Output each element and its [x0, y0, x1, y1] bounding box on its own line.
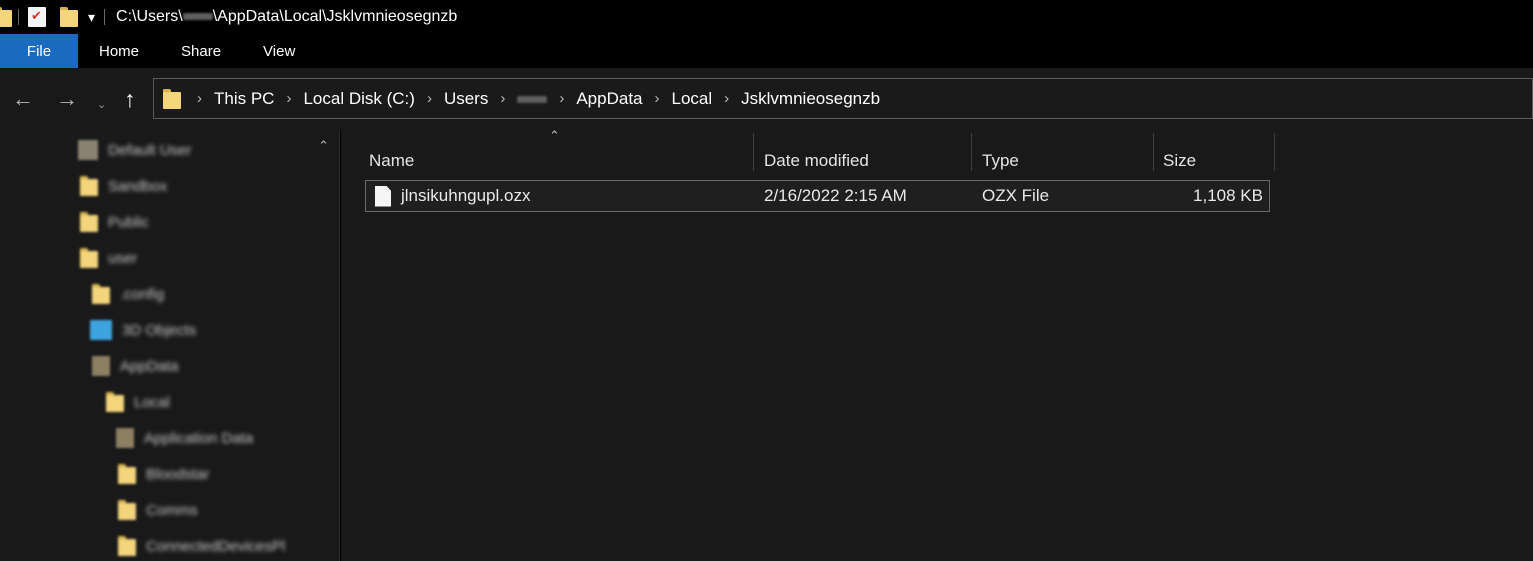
breadcrumb-separator: ›	[197, 90, 202, 107]
file-type: OZX File	[982, 186, 1050, 205]
nav-item-default-user[interactable]: Default User	[78, 136, 191, 164]
breadcrumb-separator[interactable]: ›	[423, 90, 436, 107]
folder-icon	[118, 500, 136, 520]
user-folder-icon	[78, 140, 98, 160]
breadcrumb-separator[interactable]: ›	[720, 90, 733, 107]
folder-icon	[80, 248, 98, 268]
tab-home[interactable]: Home	[78, 34, 160, 68]
folder-icon	[92, 284, 110, 304]
column-divider[interactable]	[971, 133, 972, 171]
new-folder-icon[interactable]	[60, 7, 78, 27]
column-divider[interactable]	[753, 133, 754, 171]
nav-item-bloodstar[interactable]: Bloodstar	[118, 460, 209, 488]
nav-item-application-data[interactable]: Application Data	[116, 424, 253, 452]
file-date: 2/16/2022 2:15 AM	[764, 186, 907, 205]
column-header-name[interactable]: Name	[369, 141, 753, 181]
file-list-pane: ⌃ Name Date modified Type Size jlnsikuhn…	[341, 128, 1533, 561]
nav-item-sandbox[interactable]: Sandbox	[80, 172, 167, 200]
shortcut-folder-icon	[116, 428, 134, 448]
nav-item-label: Bloodstar	[146, 465, 210, 483]
column-header-date[interactable]: Date modified	[764, 141, 970, 181]
nav-item-label: ConnectedDevicesPl	[146, 537, 286, 555]
nav-item-appdata[interactable]: AppData	[92, 352, 178, 380]
folder-icon	[92, 356, 110, 376]
folder-icon	[163, 88, 181, 109]
folder-icon	[80, 176, 98, 196]
title-path-suffix: \AppData\Local\Jsklvmnieosegnzb	[212, 8, 458, 25]
customize-dropdown-icon[interactable]: ▾	[88, 9, 95, 26]
toolbar-divider	[104, 9, 106, 25]
table-row[interactable]: jlnsikuhngupl.ozx 2/16/2022 2:15 AM OZX …	[365, 180, 1270, 212]
recent-locations-icon[interactable]: ⌄	[97, 94, 106, 116]
quick-access-toolbar: ▾	[0, 0, 114, 34]
folder-icon	[118, 536, 136, 556]
title-path-user	[182, 13, 213, 21]
nav-item-label: Default User	[108, 141, 192, 159]
nav-item-label: Sandbox	[108, 177, 168, 195]
breadcrumb-separator[interactable]: ›	[282, 90, 295, 107]
nav-item-label: AppData	[120, 357, 179, 375]
breadcrumb-this-pc[interactable]: This PC	[206, 89, 282, 109]
folder-icon	[80, 212, 98, 232]
file-name: jlnsikuhngupl.ozx	[401, 186, 531, 205]
breadcrumb-separator[interactable]: ›	[651, 90, 664, 107]
properties-check-icon[interactable]	[28, 7, 46, 27]
breadcrumb-separator[interactable]: ›	[555, 90, 568, 107]
folder-icon	[106, 392, 124, 412]
nav-item-config[interactable]: .config	[92, 280, 164, 308]
forward-arrow-icon[interactable]: →	[56, 88, 78, 110]
address-bar[interactable]: › This PC › Local Disk (C:) › Users › › …	[153, 78, 1533, 119]
breadcrumb-local-disk[interactable]: Local Disk (C:)	[295, 89, 422, 109]
breadcrumb-separator[interactable]: ›	[496, 90, 509, 107]
navigation-pane: ⌃ Default User Sandbox Public user .conf…	[0, 130, 340, 561]
ribbon-tabs: File Home Share View	[0, 34, 1533, 68]
breadcrumb-user[interactable]	[509, 89, 555, 109]
up-arrow-icon[interactable]: ↑	[124, 88, 136, 111]
breadcrumb-appdata[interactable]: AppData	[568, 89, 650, 109]
title-path-prefix: C:\Users\	[116, 8, 183, 25]
file-name-cell: jlnsikuhngupl.ozx	[375, 181, 755, 211]
back-arrow-icon[interactable]: ←	[12, 88, 34, 110]
nav-item-connected-devices[interactable]: ConnectedDevicesPl	[118, 532, 285, 560]
nav-item-local[interactable]: Local	[106, 388, 170, 416]
nav-item-label: Public	[108, 213, 149, 231]
nav-item-label: 3D Objects	[122, 321, 197, 339]
nav-item-label: Application Data	[144, 429, 254, 447]
nav-item-label: Local	[134, 393, 170, 411]
folder-icon	[118, 464, 136, 484]
tab-file[interactable]: File	[0, 34, 78, 68]
breadcrumb: › This PC › Local Disk (C:) › Users › › …	[193, 79, 888, 118]
toolbar-divider	[18, 9, 19, 25]
nav-item-label: Comms	[146, 501, 198, 519]
file-icon	[375, 185, 391, 207]
file-size: 1,108 KB	[1193, 186, 1263, 205]
nav-item-public[interactable]: Public	[80, 208, 149, 236]
nav-item-label: .config	[120, 285, 165, 303]
nav-item-label: user	[108, 249, 138, 267]
column-header-type[interactable]: Type	[982, 141, 1152, 181]
nav-item-comms[interactable]: Comms	[118, 496, 198, 524]
column-divider[interactable]	[1153, 133, 1154, 171]
breadcrumb-local[interactable]: Local	[664, 89, 721, 109]
breadcrumb-current-folder[interactable]: Jsklvmnieosegnzb	[733, 89, 888, 109]
title-bar: ▾ C:\Users\ \AppData\Local\Jsklvmnieosegn…	[0, 0, 1533, 34]
scroll-up-icon[interactable]: ⌃	[318, 138, 329, 154]
column-header-size[interactable]: Size	[1163, 141, 1273, 181]
nav-item-user[interactable]: user	[80, 244, 137, 272]
breadcrumb-users[interactable]: Users	[436, 89, 496, 109]
tab-share[interactable]: Share	[160, 34, 242, 68]
folder-icon	[0, 7, 12, 27]
3d-objects-icon	[90, 320, 112, 340]
tab-view[interactable]: View	[242, 34, 316, 68]
column-divider[interactable]	[1274, 133, 1275, 171]
window-title: C:\Users\ \AppData\Local\Jsklvmnieosegnzb	[116, 8, 457, 26]
blurred-username	[517, 95, 548, 103]
navigation-bar: ← → ⌄ ↑ › This PC › Local Disk (C:) › Us…	[0, 68, 1533, 130]
nav-item-3d-objects[interactable]: 3D Objects	[90, 316, 196, 344]
